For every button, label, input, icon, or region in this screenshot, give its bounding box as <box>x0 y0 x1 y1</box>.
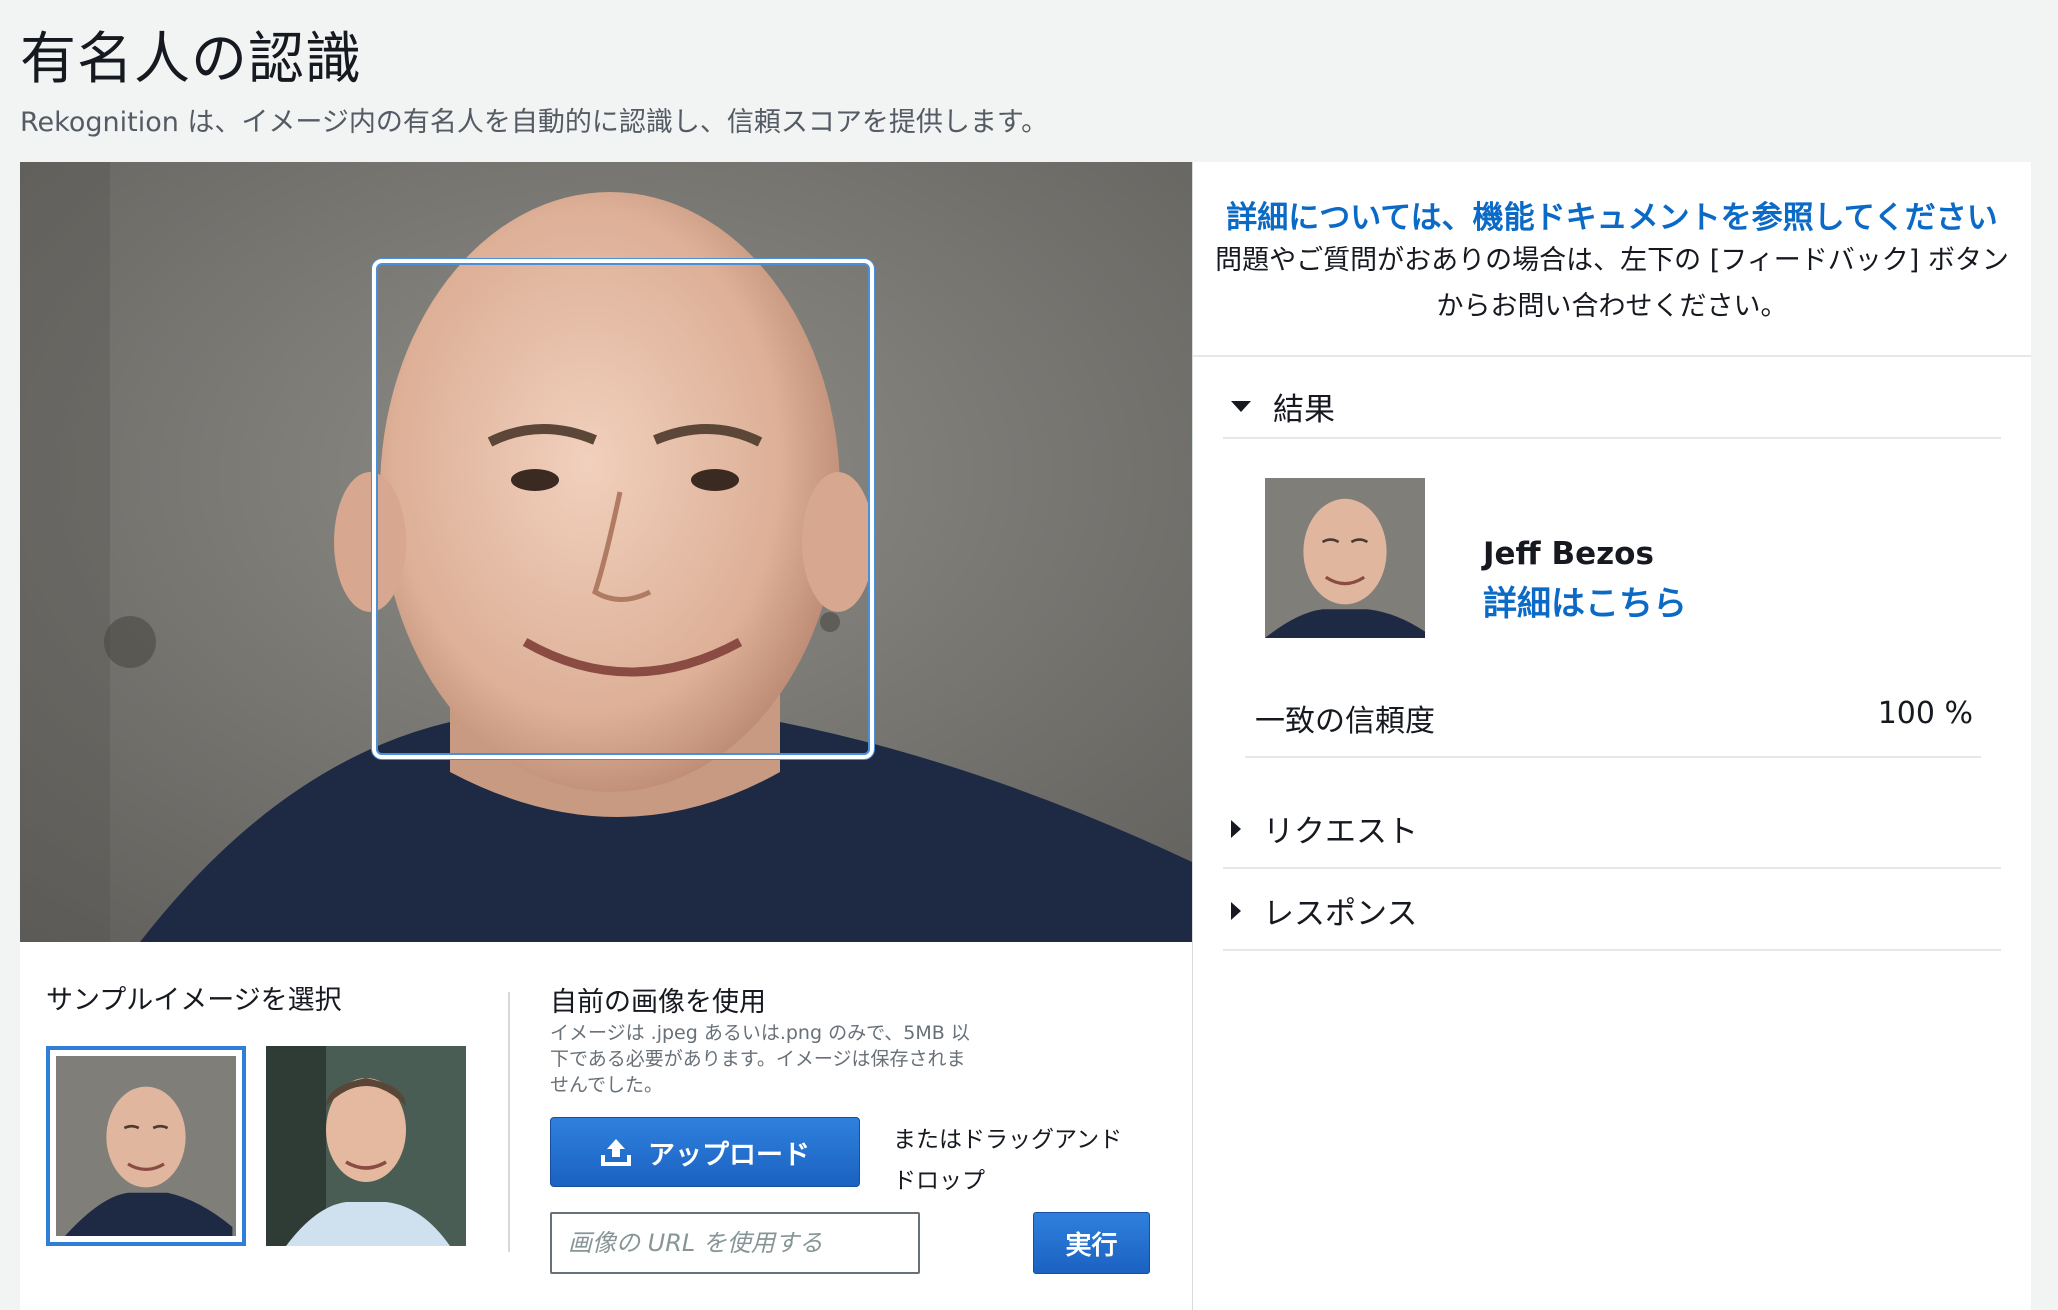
sample-thumbnail-2[interactable] <box>266 1046 466 1246</box>
page-title: 有名人の認識 <box>20 27 362 92</box>
request-section-toggle[interactable]: リクエスト <box>1231 806 1418 851</box>
own-image-title: 自前の画像を使用 <box>550 987 766 1018</box>
celebrity-face-image <box>1265 478 1425 638</box>
page-description: Rekognition は、イメージ内の有名人を自動的に認識し、信頼スコアを提供… <box>20 107 1049 138</box>
vertical-divider <box>508 992 510 1252</box>
sample-images-title: サンプルイメージを選択 <box>46 985 342 1016</box>
caret-down-icon <box>1231 401 1251 412</box>
results-section-toggle[interactable]: 結果 <box>1231 384 1335 429</box>
feedback-info-line-2: からお問い合わせください。 <box>1436 291 1788 322</box>
celebrity-face-thumbnail <box>1265 478 1425 638</box>
results-section-label: 結果 <box>1273 392 1335 428</box>
response-section-label: レスポンス <box>1263 896 1418 932</box>
sample-image-1 <box>56 1056 236 1236</box>
caret-right-icon <box>1231 901 1241 920</box>
run-button[interactable]: 実行 <box>1033 1212 1150 1274</box>
confidence-value: 100 % <box>1877 696 1973 731</box>
upload-icon <box>601 1139 631 1166</box>
feedback-info: 問題やご質問がおありの場合は、左下の [フィードバック] ボタン からお問い合わ… <box>1193 238 2031 330</box>
sample-thumbnail-1[interactable] <box>46 1046 246 1246</box>
response-section-toggle[interactable]: レスポンス <box>1231 888 1417 933</box>
caret-right-icon <box>1231 819 1241 838</box>
sample-image-2 <box>266 1046 466 1246</box>
file-requirements-note: イメージは .jpeg あるいは.png のみで、5MB 以下である必要がありま… <box>550 1022 970 1096</box>
divider <box>1245 756 1981 758</box>
upload-button-label: アップロード <box>648 1139 810 1171</box>
confidence-label: 一致の信頼度 <box>1255 704 1435 739</box>
analyzed-image <box>20 162 1192 942</box>
divider <box>1223 437 2001 439</box>
divider <box>1193 355 2031 357</box>
upload-button[interactable]: アップロード <box>550 1117 860 1187</box>
documentation-link[interactable]: 詳細については、機能ドキュメントを参照してください <box>1193 192 2031 237</box>
celebrity-name: Jeff Bezos <box>1483 536 1654 572</box>
request-section-label: リクエスト <box>1263 814 1418 850</box>
celebrity-details-link[interactable]: 詳細はこちら <box>1483 576 1687 625</box>
results-panel: 詳細については、機能ドキュメントを参照してください 問題やご質問がおありの場合は… <box>1192 162 2031 1310</box>
face-bounding-box <box>372 259 874 759</box>
feedback-info-line-1: 問題やご質問がおありの場合は、左下の [フィードバック] ボタン <box>1215 245 2009 276</box>
drag-and-drop-text: またはドラッグアンド ドロップ <box>893 1127 1123 1194</box>
divider <box>1223 949 2001 951</box>
image-selection-panel: サンプルイメージを選択 自前の画像を使用 イメージは .jpeg あるいは.pn… <box>20 942 1192 1310</box>
image-url-input[interactable] <box>550 1212 920 1274</box>
divider <box>1223 867 2001 869</box>
